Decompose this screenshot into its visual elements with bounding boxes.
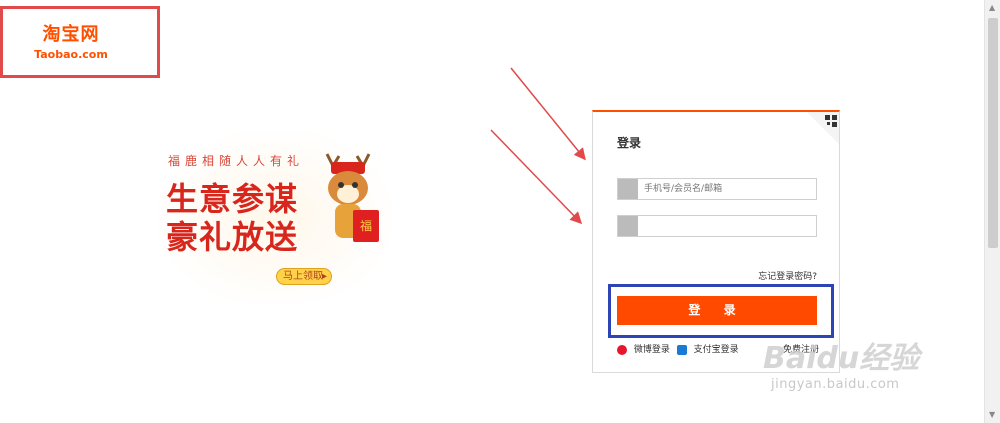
password-input[interactable] [639,216,815,236]
baidu-watermark: Baidu经验 [763,341,920,376]
promo-tagline: 福鹿相随人人有礼 [168,154,305,168]
scrollbar-thumb[interactable] [988,18,998,248]
promo-headline-2: 豪礼放送 [166,218,299,256]
scroll-down-icon[interactable]: ▼ [989,411,997,419]
weibo-login-link[interactable]: 微博登录 [634,345,670,355]
logo-text-cn: 淘宝网 [42,24,100,45]
lock-icon [618,216,638,236]
promo-claim-button[interactable]: 马上领取 [276,268,332,285]
forgot-password-link[interactable]: 忘记登录密码? [758,269,817,282]
highlight-box-blue [608,284,834,338]
qr-code-icon[interactable] [807,112,839,144]
arrow-to-password [490,129,583,225]
logo-text-en: Taobao.com [34,48,108,61]
username-field[interactable] [617,178,817,200]
page: 淘宝网 Taobao.com 福鹿相随人人有礼 生意参谋 豪礼放送 马上领取 福 [0,0,1000,423]
password-field[interactable] [617,215,817,237]
deer-mascot-icon: 福 [325,153,379,242]
username-input[interactable] [639,179,815,199]
promo-banner[interactable]: 福鹿相随人人有礼 生意参谋 豪礼放送 马上领取 福 [158,130,393,305]
alipay-login-link[interactable]: 支付宝登录 [694,345,739,355]
user-icon [618,179,638,199]
baidu-watermark-url: jingyan.baidu.com [771,377,900,392]
weibo-icon [617,344,627,355]
vertical-scrollbar[interactable]: ▲ ▼ [984,0,1000,423]
alipay-icon [676,344,687,355]
third-party-login: 微博登录 支付宝登录 [617,342,743,355]
arrow-to-username [510,67,586,161]
scroll-up-icon[interactable]: ▲ [989,4,997,12]
login-title: 登录 [617,136,642,150]
taobao-logo[interactable]: 淘宝网 Taobao.com [26,20,116,61]
svg-text:福: 福 [360,218,372,233]
